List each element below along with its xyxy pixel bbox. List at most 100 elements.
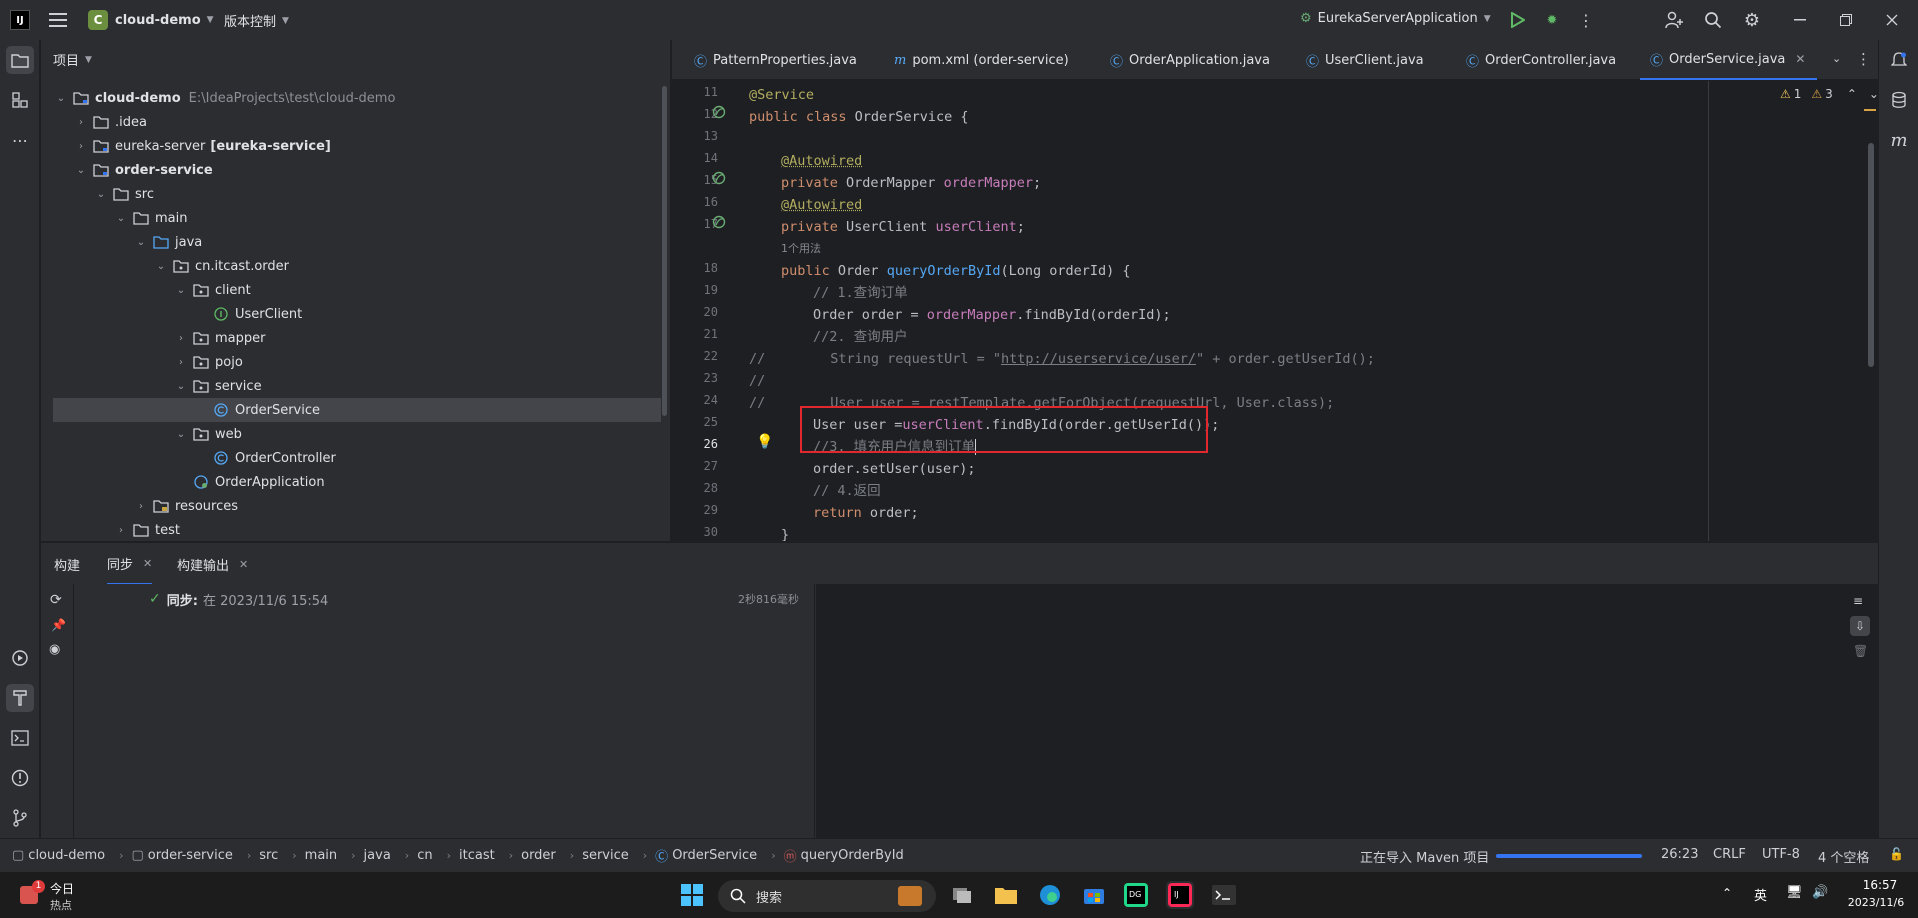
task-view-icon[interactable] <box>948 881 976 909</box>
git-branch-icon[interactable] <box>6 804 34 832</box>
tab-pom-xml[interactable]: m pom.xml (order-service) <box>894 40 1069 80</box>
scroll-to-end-icon[interactable]: ⇩ <box>1850 616 1870 636</box>
edge-browser-icon[interactable] <box>1036 881 1064 909</box>
project-scrollbar[interactable] <box>662 86 667 416</box>
tree-node-package[interactable]: ⌄ cn.itcast.order <box>41 254 661 278</box>
more-tools-icon[interactable]: ⋯ <box>6 126 34 154</box>
ime-indicator[interactable]: 英 <box>1754 885 1767 904</box>
usages-hint[interactable]: 1个用法 <box>781 238 821 260</box>
lightbulb-icon[interactable]: 💡 <box>756 434 773 450</box>
settings-gear-icon[interactable]: ⚙ <box>1740 8 1764 32</box>
indent-setting[interactable]: 4 个空格 <box>1818 847 1869 866</box>
chevron-down-icon[interactable]: ⌄ <box>135 237 147 248</box>
chevron-down-icon[interactable]: ⌄ <box>1869 87 1878 101</box>
chevron-down-icon[interactable]: ⌄ <box>115 213 127 224</box>
chevron-down-icon[interactable]: ⌄ <box>175 285 187 296</box>
store-icon[interactable] <box>1080 881 1108 909</box>
chevron-right-icon[interactable]: › <box>175 357 187 368</box>
close-tab-icon[interactable]: ✕ <box>143 557 152 570</box>
spring-bean-icon[interactable] <box>712 105 726 119</box>
file-explorer-icon[interactable] <box>992 881 1020 909</box>
tree-node-idea[interactable]: › .idea <box>41 110 661 134</box>
chevron-down-icon[interactable]: ⌄ <box>55 93 67 104</box>
tree-node-ordercontroller[interactable]: OrderController <box>41 446 661 470</box>
chevron-right-icon[interactable]: › <box>75 141 87 152</box>
tab-build-output[interactable]: 构建输出 ✕ <box>177 543 248 585</box>
more-actions-icon[interactable]: ⋮ <box>1576 8 1596 32</box>
tree-node-userclient[interactable]: UserClient <box>41 302 661 326</box>
clear-trash-icon[interactable]: 🗑 <box>1853 644 1868 658</box>
tree-node-java[interactable]: ⌄ java <box>41 230 661 254</box>
tab-orderapplication[interactable]: Ⓒ OrderApplication.java <box>1110 40 1270 80</box>
spring-bean-icon[interactable] <box>712 171 726 185</box>
tree-node-web[interactable]: ⌄ web <box>41 422 661 446</box>
tab-options-icon[interactable]: ⋮ <box>1856 50 1871 68</box>
chevron-right-icon[interactable]: › <box>115 525 127 536</box>
close-tab-icon[interactable]: ✕ <box>239 558 248 571</box>
taskbar-search[interactable]: 搜索 <box>718 880 936 912</box>
line-separator[interactable]: CRLF <box>1713 847 1746 862</box>
breadcrumb-item[interactable]: service <box>582 848 629 863</box>
tab-orderservice[interactable]: Ⓒ OrderService.java ✕ <box>1640 40 1818 80</box>
tray-chevron-icon[interactable]: ⌃ <box>1722 886 1732 900</box>
breadcrumb-item[interactable]: ▢ order-service <box>131 848 232 863</box>
tab-sync[interactable]: 同步 ✕ <box>107 543 153 585</box>
file-encoding[interactable]: UTF-8 <box>1762 847 1800 862</box>
tree-node-service[interactable]: ⌄ service <box>41 374 661 398</box>
lock-icon[interactable]: 🔓 <box>1889 847 1904 861</box>
project-folder-icon[interactable] <box>6 46 34 74</box>
chevron-right-icon[interactable]: › <box>175 333 187 344</box>
spring-bean-icon[interactable] <box>712 215 726 229</box>
intellij-icon[interactable]: IJ <box>1166 881 1194 909</box>
tree-node-pojo[interactable]: › pojo <box>41 350 661 374</box>
close-tab-icon[interactable]: ✕ <box>1795 52 1805 66</box>
chevron-right-icon[interactable]: › <box>75 117 87 128</box>
tree-node-main[interactable]: ⌄ main <box>41 206 661 230</box>
main-menu-icon[interactable] <box>46 8 70 32</box>
clock-date[interactable]: 2023/11/6 <box>1838 896 1914 909</box>
news-widget[interactable]: 1 今日 热点 <box>18 878 88 914</box>
build-hammer-icon[interactable] <box>6 684 34 712</box>
restore-icon[interactable] <box>1836 8 1856 32</box>
tree-node-orderapplication[interactable]: OrderApplication <box>41 470 661 494</box>
run-icon[interactable] <box>1508 10 1528 30</box>
breadcrumb-item[interactable]: main <box>305 848 337 863</box>
breadcrumb-item[interactable]: order <box>521 848 556 863</box>
chevron-down-icon[interactable]: ⌄ <box>175 429 187 440</box>
debug-icon[interactable]: ✹ <box>1542 10 1562 30</box>
tree-node-cloud-demo[interactable]: ⌄ cloud-demo E:\IdeaProjects\test\cloud-… <box>41 86 661 110</box>
tree-node-eureka-server[interactable]: › eureka-server [eureka-service] <box>41 134 661 158</box>
progress-bar[interactable] <box>1496 854 1642 858</box>
terminal-app-icon[interactable] <box>1210 881 1238 909</box>
breadcrumb-item[interactable]: java <box>364 848 391 863</box>
clock-time[interactable]: 16:57 <box>1850 878 1910 892</box>
soft-wrap-icon[interactable]: ≡ <box>1853 594 1863 608</box>
windows-start-icon[interactable] <box>678 881 706 909</box>
services-icon[interactable] <box>6 644 34 672</box>
minimize-icon[interactable] <box>1790 8 1810 32</box>
cursor-position[interactable]: 26:23 <box>1661 847 1698 862</box>
structure-icon[interactable] <box>6 86 34 114</box>
tree-node-orderservice[interactable]: OrderService <box>53 398 661 422</box>
chevron-down-icon[interactable]: ⌄ <box>95 189 107 200</box>
search-icon[interactable] <box>1701 8 1725 32</box>
project-switcher[interactable]: C cloud-demo ▼ <box>88 10 214 30</box>
tree-node-src[interactable]: ⌄ src <box>41 182 661 206</box>
tab-userclient[interactable]: Ⓒ UserClient.java <box>1306 40 1424 80</box>
tab-patternproperties[interactable]: Ⓒ PatternProperties.java <box>694 40 857 80</box>
tab-ordercontroller[interactable]: Ⓒ OrderController.java <box>1466 40 1616 80</box>
code-editor[interactable]: 11 12 13 14 15 16 17 18 19 20 21 22 23 2… <box>672 81 1878 541</box>
breadcrumb-item[interactable]: src <box>259 848 278 863</box>
tree-node-mapper[interactable]: › mapper <box>41 326 661 350</box>
terminal-icon[interactable] <box>6 724 34 752</box>
problems-icon[interactable] <box>6 764 34 792</box>
chevron-up-icon[interactable]: ⌃ <box>1847 87 1857 101</box>
project-panel-header[interactable]: 项目 ▼ <box>53 50 92 69</box>
progress-label[interactable]: 正在导入 Maven 项目 <box>1360 847 1489 866</box>
breadcrumb-item[interactable]: ⓜ queryOrderById <box>784 846 904 865</box>
tab-list-chevron-icon[interactable]: ⌄ <box>1832 52 1841 65</box>
editor-scrollbar[interactable] <box>1868 143 1874 367</box>
tree-node-order-service[interactable]: ⌄ order-service <box>41 158 661 182</box>
breadcrumb-item[interactable]: cn <box>417 848 432 863</box>
pin-icon[interactable]: 📌 <box>51 618 66 632</box>
